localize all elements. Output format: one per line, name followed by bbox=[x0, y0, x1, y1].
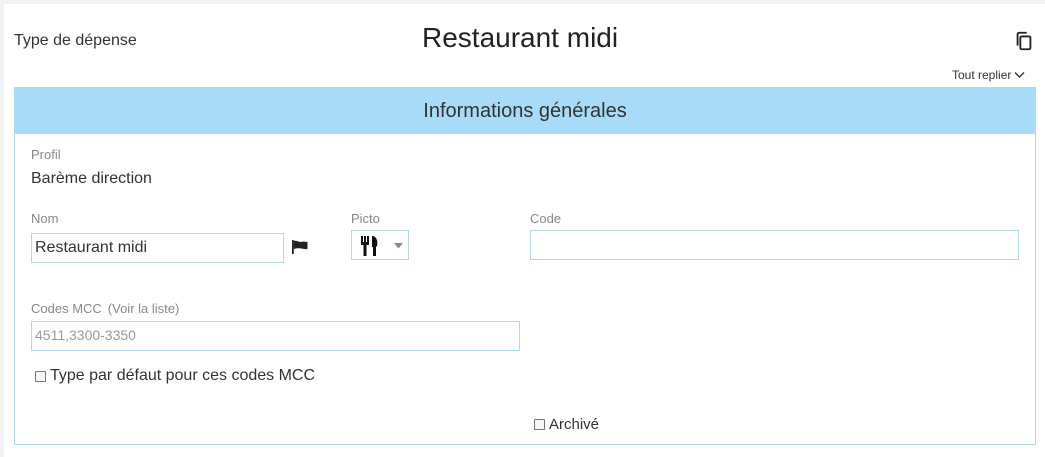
dropdown-caret-icon bbox=[394, 243, 403, 249]
chevron-down-icon bbox=[1014, 72, 1025, 78]
mcc-list-link[interactable]: (Voir la liste) bbox=[108, 301, 180, 316]
mcc-label: Codes MCC bbox=[31, 301, 102, 316]
nom-label: Nom bbox=[31, 211, 59, 226]
profil-value: Barème direction bbox=[31, 170, 152, 187]
archived-label: Archivé bbox=[549, 416, 600, 433]
section-title: Informations générales bbox=[423, 99, 627, 122]
fork-knife-icon bbox=[361, 236, 378, 256]
page: Type de dépense Restaurant midi Tout rep… bbox=[4, 4, 1045, 457]
general-info-section: Informations générales Profil Barème dir… bbox=[14, 87, 1036, 445]
picto-label: Picto bbox=[351, 211, 380, 226]
page-type-label: Type de dépense bbox=[14, 32, 137, 49]
copy-icon[interactable] bbox=[1013, 30, 1035, 52]
section-header[interactable]: Informations générales bbox=[15, 88, 1035, 134]
nom-input[interactable] bbox=[31, 233, 284, 263]
collapse-all-link[interactable]: Tout replier bbox=[952, 68, 1025, 82]
picto-select[interactable] bbox=[351, 230, 409, 260]
mcc-label-row: Codes MCC (Voir la liste) bbox=[31, 301, 179, 316]
default-type-checkbox-row[interactable]: Type par défaut pour ces codes MCC bbox=[35, 367, 315, 385]
flag-icon[interactable] bbox=[291, 240, 309, 254]
profil-label: Profil bbox=[31, 147, 61, 162]
page-title: Restaurant midi bbox=[422, 22, 619, 53]
mcc-codes-input[interactable] bbox=[31, 321, 520, 351]
archived-checkbox-row[interactable]: Archivé bbox=[534, 416, 599, 433]
default-type-checkbox[interactable] bbox=[35, 370, 46, 382]
collapse-all-label: Tout replier bbox=[952, 68, 1012, 82]
default-type-label: Type par défaut pour ces codes MCC bbox=[50, 367, 316, 384]
archived-checkbox[interactable] bbox=[534, 419, 545, 430]
code-input[interactable] bbox=[530, 230, 1019, 260]
code-label: Code bbox=[530, 211, 562, 226]
